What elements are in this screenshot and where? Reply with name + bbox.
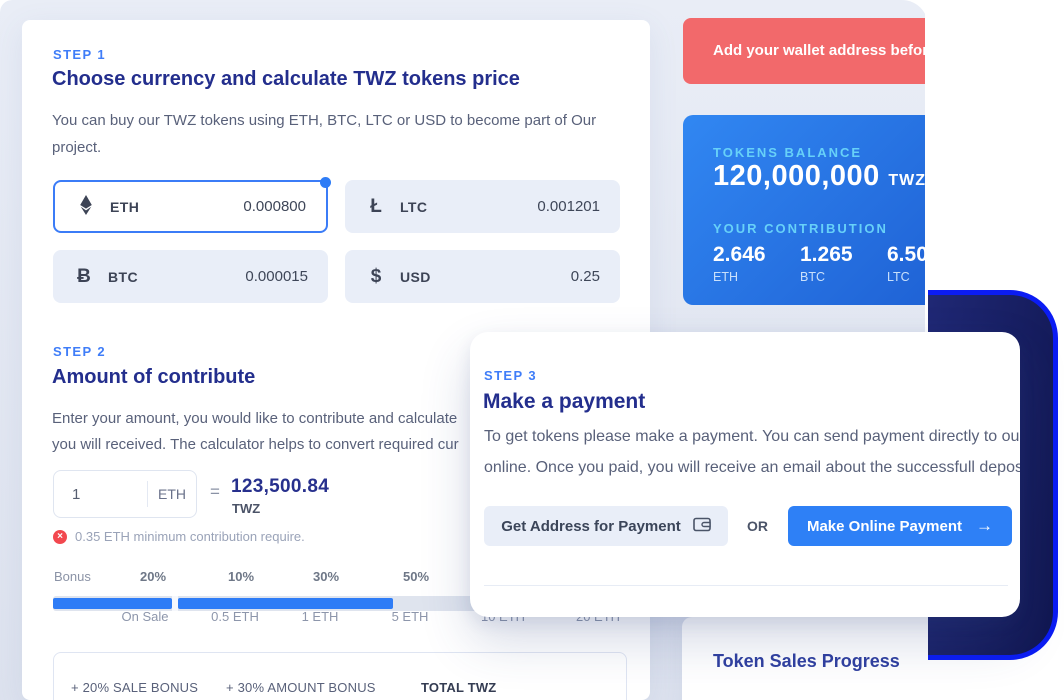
step1-description-line2: project. [52, 139, 101, 156]
converted-amount: 123,500.84 [231, 476, 329, 498]
bonus-tier-percent: 10% [228, 569, 254, 584]
contribution-value: 6.506 [887, 243, 925, 267]
step2-label: STEP 2 [53, 344, 106, 359]
page: STEP 1 Choose currency and calculate TWZ… [0, 0, 1064, 700]
bonus-tick-label: On Sale [122, 609, 169, 624]
bonus-tier-percent: 20% [140, 569, 166, 584]
step3-description-line2: online. Once you paid, you will receive … [484, 459, 1020, 477]
amount-value[interactable]: 1 [54, 486, 147, 503]
bonus-progress-fill-segment [178, 598, 393, 609]
make-online-payment-button[interactable]: Make Online Payment → [788, 506, 1012, 546]
or-label: OR [747, 506, 768, 546]
currency-symbol: BTC [108, 269, 138, 285]
contribution-currency: BTC [800, 270, 853, 284]
contribution-value: 2.646 [713, 243, 766, 267]
tokens-balance-label: TOKENS BALANCE [713, 145, 862, 160]
contribution-currency: LTC [887, 270, 925, 284]
currency-symbol: USD [400, 269, 431, 285]
bonus-tier-percent: 50% [403, 569, 429, 584]
tokens-balance-amount: 120,000,000 TWZ [713, 160, 925, 193]
currency-symbol: LTC [400, 199, 427, 215]
bonus-tick-label: 5 ETH [392, 609, 429, 624]
selected-indicator-dot [320, 177, 331, 188]
get-address-button[interactable]: Get Address for Payment [484, 506, 728, 546]
token-sales-progress-title: Token Sales Progress [713, 651, 900, 672]
bonus-summary-box: + 20% SALE BONUS + 30% AMOUNT BONUS TOTA… [53, 652, 627, 700]
step1-title: Choose currency and calculate TWZ tokens… [52, 68, 520, 91]
bonus-tick-label: 0.5 ETH [211, 609, 259, 624]
minimum-contribution-error: × 0.35 ETH minimum contribution require. [53, 529, 305, 544]
wallet-address-alert[interactable]: Add your wallet address before buy [683, 18, 925, 84]
currency-rate: 0.000015 [245, 268, 308, 285]
step2-description-line1: Enter your amount, you would like to con… [52, 410, 457, 427]
contribution-eth: 2.646 ETH [713, 243, 766, 284]
currency-tile-usd[interactable]: $ USD 0.25 [345, 250, 620, 303]
step3-card: STEP 3 Make a payment To get tokens plea… [470, 332, 1020, 617]
contribution-value: 1.265 [800, 243, 853, 267]
currency-tile-btc[interactable]: Ƀ BTC 0.000015 [53, 250, 328, 303]
your-contribution-label: YOUR CONTRIBUTION [713, 221, 888, 236]
contribution-ltc: 6.506 LTC [887, 243, 925, 284]
get-address-button-label: Get Address for Payment [501, 518, 681, 535]
contribution-btc: 1.265 BTC [800, 243, 853, 284]
bonus-label: Bonus [54, 569, 91, 584]
tokens-balance-card: TOKENS BALANCE 120,000,000 TWZ YOUR CONT… [683, 115, 925, 305]
step2-title: Amount of contribute [52, 366, 255, 389]
wallet-icon [693, 517, 711, 536]
bonus-tick-label: 1 ETH [302, 609, 339, 624]
litecoin-icon: Ł [365, 197, 387, 216]
converted-currency-label: TWZ [232, 501, 260, 516]
contribution-currency: ETH [713, 270, 766, 284]
pay-button-label: Make Online Payment [807, 518, 962, 535]
equals-sign: = [210, 482, 220, 502]
step3-description-line1: To get tokens please make a payment. You… [484, 428, 1020, 446]
currency-rate: 0.25 [571, 268, 600, 285]
step3-title: Make a payment [483, 390, 645, 414]
currency-rate: 0.000800 [243, 198, 306, 215]
bonus-tier-percent: 30% [313, 569, 339, 584]
bonus-progress-fill-segment [53, 598, 172, 609]
amount-bonus-label: + 30% AMOUNT BONUS [226, 680, 376, 695]
currency-tile-eth[interactable]: ETH 0.000800 [53, 180, 328, 233]
ethereum-icon [75, 194, 97, 220]
step1-description-line1: You can buy our TWZ tokens using ETH, BT… [52, 112, 596, 129]
currency-rate: 0.001201 [537, 198, 600, 215]
arrow-right-icon: → [976, 516, 993, 536]
bitcoin-icon: Ƀ [73, 267, 95, 286]
dollar-icon: $ [365, 267, 387, 286]
total-twz-label: TOTAL TWZ [421, 680, 496, 695]
error-icon: × [53, 530, 67, 544]
step3-label: STEP 3 [484, 368, 537, 383]
token-sales-progress-card: Token Sales Progress [682, 617, 925, 700]
amount-currency-label: ETH [148, 486, 196, 502]
step3-divider [484, 585, 1008, 586]
balance-unit: TWZ [888, 172, 925, 189]
currency-symbol: ETH [110, 199, 139, 215]
currency-tile-ltc[interactable]: Ł LTC 0.001201 [345, 180, 620, 233]
balance-number: 120,000,000 [713, 160, 880, 192]
step1-label: STEP 1 [53, 47, 106, 62]
step2-description-line2: you will received. The calculator helps … [52, 436, 459, 453]
amount-input[interactable]: 1 ETH [53, 470, 197, 518]
sale-bonus-label: + 20% SALE BONUS [71, 680, 198, 695]
error-message: 0.35 ETH minimum contribution require. [75, 529, 305, 544]
